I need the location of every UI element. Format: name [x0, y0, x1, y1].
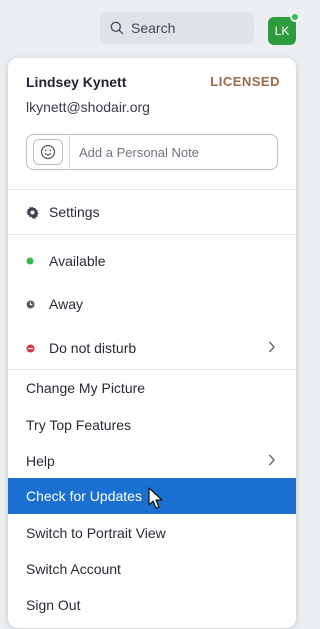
mouse-cursor-icon — [148, 487, 163, 509]
menu-item-sign-out[interactable]: Sign Out — [8, 587, 296, 623]
menu-item-label: Available — [49, 253, 106, 269]
top-bar: Search LK — [0, 0, 300, 60]
menu-item-label: Check for Updates — [26, 488, 142, 504]
menu-item-change-picture[interactable]: Change My Picture — [8, 370, 296, 406]
menu-item-help[interactable]: Help — [8, 443, 296, 479]
red-dot-icon — [26, 344, 40, 353]
search-button[interactable]: Search — [100, 12, 254, 44]
menu-item-switch-account[interactable]: Switch Account — [8, 551, 296, 587]
menu-item-label: Switch Account — [26, 561, 121, 577]
menu-item-do-not-disturb[interactable]: Do not disturb — [8, 330, 296, 366]
menu-item-label: Away — [49, 296, 83, 312]
divider — [8, 189, 296, 190]
menu-item-label: Sign Out — [26, 597, 81, 613]
status-indicator — [290, 12, 300, 22]
menu-item-label: Settings — [49, 204, 100, 220]
menu-item-available[interactable]: Available — [8, 243, 296, 279]
divider — [8, 234, 296, 235]
personal-note-field[interactable]: Add a Personal Note — [26, 134, 278, 170]
note-divider — [69, 134, 70, 170]
menu-item-away[interactable]: Away — [8, 286, 296, 322]
search-label: Search — [131, 20, 176, 36]
license-badge: LICENSED — [210, 74, 280, 89]
note-placeholder: Add a Personal Note — [79, 144, 199, 160]
menu-item-label: Change My Picture — [26, 380, 146, 396]
smiley-icon — [40, 144, 56, 160]
menu-item-settings[interactable]: Settings — [8, 194, 296, 230]
chevron-right-icon — [268, 341, 275, 353]
menu-item-portrait-view[interactable]: Switch to Portrait View — [8, 515, 296, 551]
avatar-initials: LK — [274, 24, 290, 38]
gear-icon — [26, 206, 40, 219]
emoji-button[interactable] — [33, 139, 63, 165]
search-icon — [110, 21, 124, 35]
green-dot-icon — [26, 257, 40, 265]
menu-item-label: Do not disturb — [49, 340, 137, 356]
profile-header: Lindsey Kynett LICENSED lkynett@shodair.… — [8, 58, 296, 190]
avatar[interactable]: LK — [268, 12, 300, 45]
user-email: lkynett@shodair.org — [26, 99, 150, 115]
menu-item-label: Help — [26, 453, 55, 469]
profile-menu: Lindsey Kynett LICENSED lkynett@shodair.… — [8, 58, 296, 628]
menu-item-label: Try Top Features — [26, 417, 132, 433]
user-name: Lindsey Kynett — [26, 74, 127, 90]
menu-item-try-top-features[interactable]: Try Top Features — [8, 407, 296, 443]
menu-item-label: Switch to Portrait View — [26, 525, 166, 541]
clock-dot-icon — [26, 300, 40, 309]
chevron-right-icon — [268, 454, 275, 466]
